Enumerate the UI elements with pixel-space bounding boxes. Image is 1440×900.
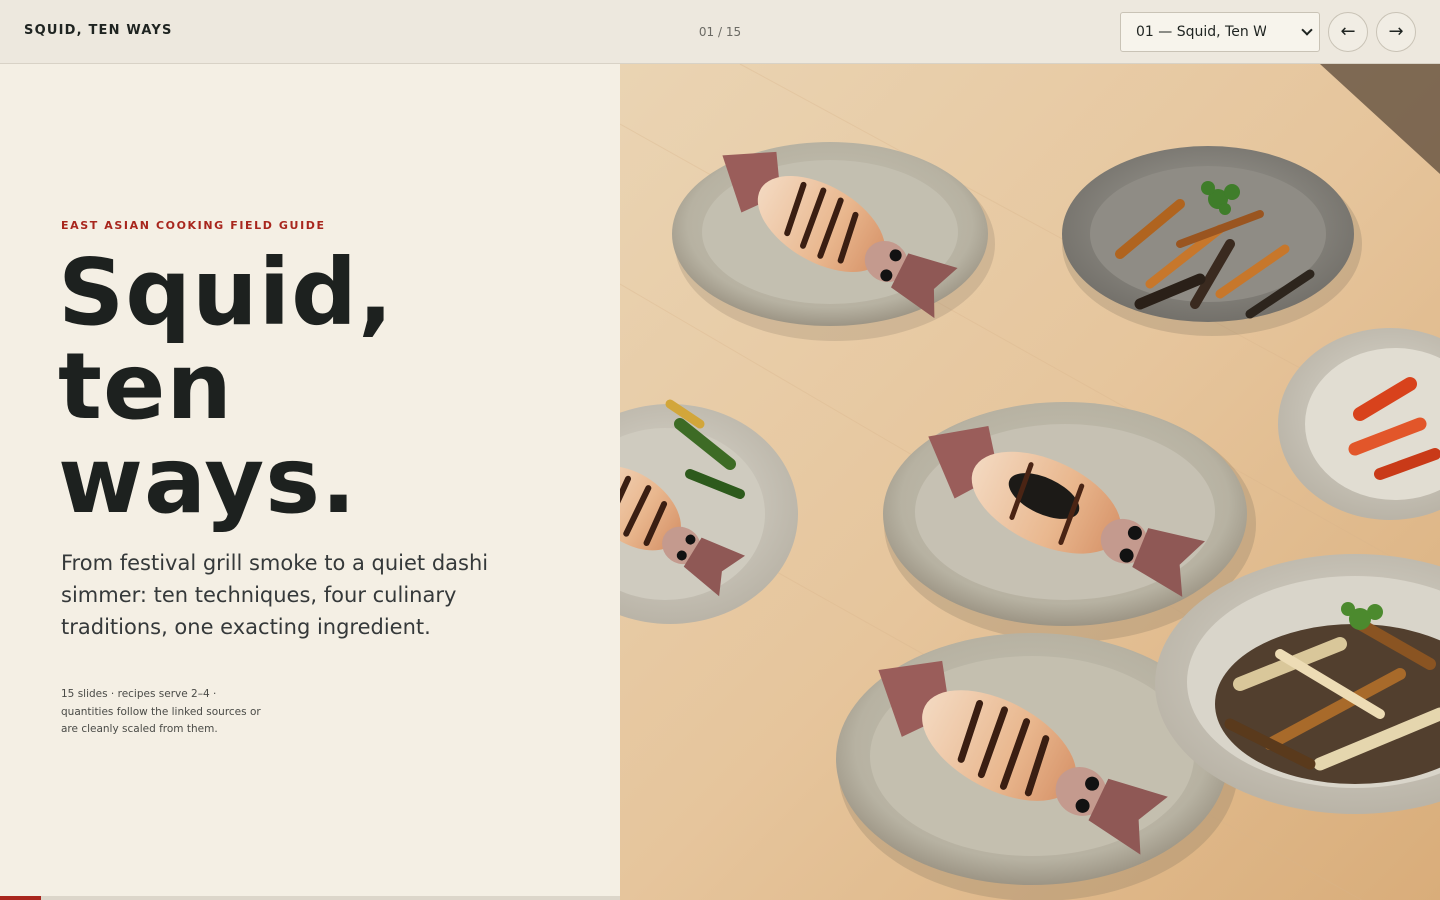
next-slide-button[interactable]: → — [1376, 12, 1416, 52]
top-bar: SQUID, TEN WAYS 01 / 15 01 — Squid, Ten … — [0, 0, 1440, 64]
title-line: ten — [58, 333, 233, 440]
chevron-down-icon — [1301, 24, 1313, 36]
slide-title: Squid, ten ways. — [58, 246, 578, 528]
progress-fill — [0, 896, 41, 900]
title-line: ways. — [58, 427, 357, 534]
slide-text-panel: EAST ASIAN COOKING FIELD GUIDE Squid, te… — [0, 64, 620, 900]
slide-select-value: 01 — Squid, Ten Ways — [1136, 24, 1266, 40]
slide-kicker: EAST ASIAN COOKING FIELD GUIDE — [61, 219, 326, 232]
slide-select[interactable]: 01 — Squid, Ten Ways — [1120, 12, 1320, 52]
slide-lede: From festival grill smoke to a quiet das… — [61, 551, 489, 639]
title-line: Squid, — [58, 239, 394, 346]
progress-bar — [0, 896, 620, 900]
prev-slide-button[interactable]: ← — [1328, 12, 1368, 52]
hero-photo — [620, 64, 1440, 900]
squid-plates-image — [620, 64, 1440, 900]
slide-footnote: 15 slides · recipes serve 2–4 · quantiti… — [61, 688, 261, 735]
